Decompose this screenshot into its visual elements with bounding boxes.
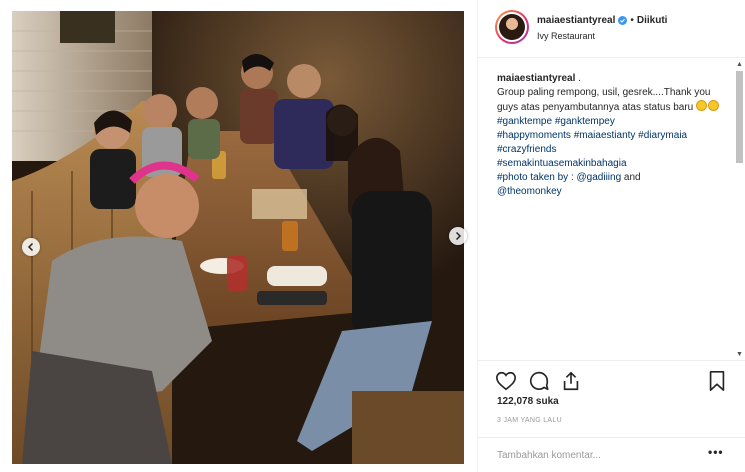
caption-username[interactable]: maiaestiantyreal [497,73,575,84]
comment-bubble-icon[interactable] [528,370,550,392]
avatar[interactable] [495,10,529,44]
more-options-icon[interactable]: ••• [708,445,724,459]
hashtag-line[interactable]: #ganktempe #ganktempey [497,115,733,129]
verified-badge-icon [618,16,628,25]
location-link[interactable]: Ivy Restaurant [537,31,595,41]
photo-credit-prefix[interactable]: #photo taken by : [497,172,574,183]
follow-status-button[interactable]: Diikuti [637,15,668,26]
heart-icon[interactable] [495,370,517,392]
hashtag-line[interactable]: #happymoments #maiaestianty #diarymaia [497,129,733,143]
scroll-down-icon[interactable]: ▼ [735,350,744,359]
caption-text: Group paling rempong, usil, gesrek....Th… [497,87,711,113]
username-link[interactable]: maiaestiantyreal [537,15,615,26]
grinning-face-icon [696,100,708,111]
post-caption: maiaestiantyreal . Group paling rempong,… [497,72,733,199]
comment-input[interactable] [497,448,697,462]
hashtag-list: #ganktempe #ganktempey #happymoments #mai… [497,115,733,171]
caption-suffix: . [578,73,581,84]
scroll-thumb[interactable] [736,71,743,163]
separator: • [630,15,634,26]
hashtag-line[interactable]: #semakintuasemakinbahagia [497,157,733,171]
hashtag-line[interactable]: #crazyfriends [497,143,733,157]
post-timestamp[interactable]: 3 JAM YANG LALU [497,417,562,424]
comment-box: ••• [478,437,745,472]
photo-credit-and: and [623,172,641,183]
avatar-ring [497,12,527,42]
photo-credit-user1[interactable]: @gadiiing [577,172,622,183]
restaurant-group-photo [12,11,464,464]
caption-scrollbar[interactable]: ▲ ▼ [735,60,744,360]
post-header: maiaestiantyreal • Diikuti Ivy Restauran… [478,0,745,58]
instagram-post: maiaestiantyreal • Diikuti Ivy Restauran… [0,0,745,472]
post-actions: 122,078 suka 3 JAM YANG LALU ••• [478,360,745,472]
chevron-left-icon[interactable] [22,238,40,256]
photo-credit-user2[interactable]: @theomonkey [497,185,733,199]
share-icon[interactable] [560,370,582,392]
grinning-face-icon [708,100,720,111]
like-count[interactable]: 122,078 suka [497,396,559,407]
scroll-up-icon[interactable]: ▲ [735,60,744,69]
post-side-panel: maiaestiantyreal • Diikuti Ivy Restauran… [477,0,745,472]
bookmark-icon[interactable] [706,370,728,392]
avatar-image [499,14,525,40]
post-photo[interactable] [12,11,464,464]
chevron-right-icon[interactable] [449,227,467,245]
user-row: maiaestiantyreal • Diikuti [537,15,667,26]
